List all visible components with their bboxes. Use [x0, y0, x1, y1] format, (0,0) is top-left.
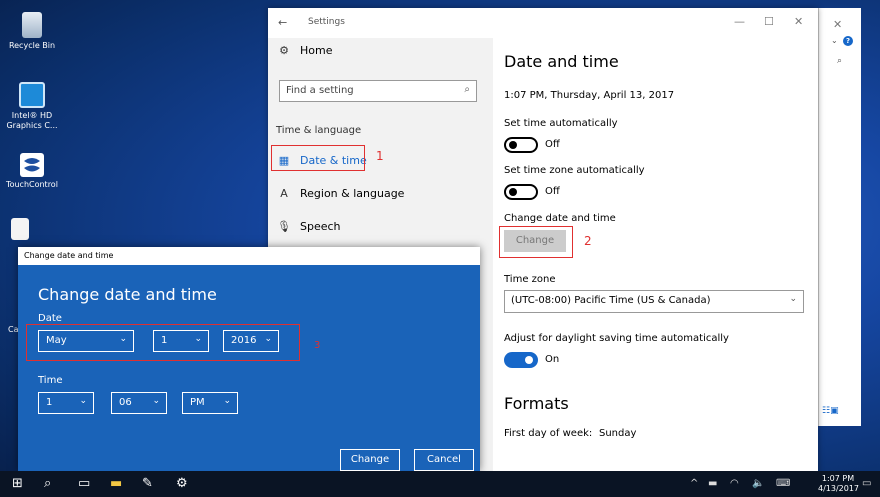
- set-time-auto-state: Off: [545, 139, 560, 150]
- time-zone-select[interactable]: (UTC-08:00) Pacific Time (US & Canada) ⌄: [504, 290, 804, 313]
- annotation-number-3: 3: [314, 340, 321, 351]
- recycle-bin-icon: [22, 12, 42, 38]
- minute-value: 06: [119, 397, 132, 408]
- desktop-icon-intel-graphics[interactable]: Intel® HD Graphics C...: [2, 82, 62, 131]
- search-icon[interactable]: ⌕: [44, 476, 51, 491]
- clock[interactable]: 1:07 PM 4/13/2017: [818, 474, 860, 494]
- desktop-icon-label: Recycle Bin: [8, 41, 56, 50]
- keyboard-icon[interactable]: ⌨: [776, 478, 790, 489]
- paint-icon[interactable]: ✎: [142, 476, 153, 491]
- settings-content: Date and time 1:07 PM, Thursday, April 1…: [493, 38, 818, 486]
- nav-home-label: Home: [300, 43, 333, 57]
- chevron-up-icon[interactable]: ^: [690, 478, 698, 489]
- intel-graphics-icon: [19, 82, 45, 108]
- chevron-down-icon: ⌄: [152, 396, 160, 406]
- nav-section-heading: Time & language: [276, 118, 486, 142]
- battery-icon[interactable]: ▬: [708, 478, 717, 489]
- set-time-auto-toggle[interactable]: [504, 137, 538, 153]
- search-icon: ⌕: [464, 84, 470, 95]
- dialog-title-bar: Change date and time: [18, 247, 480, 265]
- dialog-cancel-button[interactable]: Cancel: [414, 449, 474, 471]
- desktop-icon-recycle-bin[interactable]: Recycle Bin: [2, 12, 62, 51]
- task-view-icon[interactable]: ▭: [78, 476, 90, 491]
- ampm-value: PM: [190, 397, 205, 408]
- set-tz-auto-state: Off: [545, 186, 560, 197]
- set-tz-auto-toggle[interactable]: [504, 184, 538, 200]
- chevron-down-icon: ⌄: [223, 396, 231, 406]
- section-label: Time & language: [276, 124, 362, 136]
- annotation-number-2: 2: [584, 234, 592, 248]
- nav-item-speech[interactable]: 🎙 Speech: [276, 214, 486, 238]
- desktop-icon-partial-label: Ca: [8, 325, 19, 334]
- settings-gear-icon[interactable]: ⚙: [176, 476, 188, 491]
- maximize-button[interactable]: ☐: [764, 15, 774, 28]
- clock-time: 1:07 PM: [821, 474, 855, 483]
- search-input[interactable]: Find a setting ⌕: [279, 80, 477, 102]
- notification-icon[interactable]: ▭: [862, 478, 871, 489]
- dialog-change-button[interactable]: Change: [340, 449, 400, 471]
- nav-item-label: Region & language: [300, 186, 405, 200]
- nav-home[interactable]: ⚙ Home: [276, 38, 486, 62]
- hour-value: 1: [46, 397, 53, 408]
- nav-item-label: Speech: [300, 219, 341, 233]
- change-date-time-dialog: Change date and time Change date and tim…: [18, 247, 480, 471]
- set-tz-auto-label: Set time zone automatically: [504, 165, 645, 176]
- dst-state: On: [545, 354, 560, 365]
- annotation-box-3: [26, 324, 300, 361]
- nav-item-region-language[interactable]: A Region & language: [276, 181, 486, 205]
- dialog-title: Change date and time: [38, 285, 217, 304]
- desktop-icon-touchcontrol[interactable]: TouchControl: [2, 153, 62, 190]
- language-icon: A: [280, 186, 288, 200]
- taskbar: ⊞ ⌕ ▭ ▬ ✎ ⚙ ^ ▬ ◠ 🔈 ⌨ 1:07 PM 4/13/2017 …: [0, 471, 880, 497]
- settings-title-bar: ← Settings — ☐ ✕: [268, 8, 818, 38]
- ampm-select[interactable]: PM ⌄: [182, 392, 238, 414]
- close-icon[interactable]: ✕: [833, 18, 842, 31]
- set-time-auto-label: Set time automatically: [504, 118, 618, 129]
- background-window: ✕ ⌄ ? ⌕ ☷▣: [818, 8, 861, 426]
- minimize-button[interactable]: —: [734, 15, 745, 28]
- first-day-label: First day of week:: [504, 428, 593, 439]
- chevron-down-icon: ⌄: [789, 294, 797, 304]
- chevron-down-icon[interactable]: ⌄: [831, 36, 838, 45]
- microphone-icon: 🎙: [277, 219, 291, 233]
- minute-select[interactable]: 06 ⌄: [111, 392, 167, 414]
- annotation-box-1: [271, 145, 365, 171]
- annotation-box-2: [499, 226, 573, 258]
- dst-label: Adjust for daylight saving time automati…: [504, 333, 729, 344]
- desktop-icon-label: Intel® HD Graphics C...: [6, 111, 58, 130]
- desktop-icon-partial[interactable]: [0, 218, 40, 243]
- back-button[interactable]: ←: [278, 16, 287, 29]
- time-zone-value: (UTC-08:00) Pacific Time (US & Canada): [511, 295, 711, 306]
- current-time: 1:07 PM, Thursday, April 13, 2017: [504, 90, 675, 101]
- first-day-value: Sunday: [599, 428, 637, 439]
- time-zone-label: Time zone: [504, 274, 556, 285]
- close-button[interactable]: ✕: [794, 15, 803, 28]
- desktop-icon-label: TouchControl: [6, 180, 58, 189]
- hour-select[interactable]: 1 ⌄: [38, 392, 94, 414]
- file-explorer-icon[interactable]: ▬: [110, 476, 122, 491]
- volume-icon[interactable]: 🔈: [752, 478, 764, 489]
- window-title: Settings: [308, 17, 345, 27]
- view-icon[interactable]: ☷▣: [822, 406, 839, 416]
- dst-toggle[interactable]: [504, 352, 538, 368]
- clock-date: 4/13/2017: [818, 484, 860, 493]
- page-title: Date and time: [504, 52, 619, 71]
- help-icon[interactable]: ?: [843, 36, 853, 46]
- annotation-number-1: 1: [376, 149, 384, 163]
- touchcontrol-icon: [20, 153, 44, 177]
- chevron-down-icon: ⌄: [79, 396, 87, 406]
- dialog-window-title: Change date and time: [24, 251, 114, 260]
- formats-title: Formats: [504, 394, 569, 413]
- search-icon[interactable]: ⌕: [837, 56, 842, 66]
- network-icon[interactable]: ◠: [730, 478, 739, 489]
- change-date-time-label: Change date and time: [504, 213, 616, 224]
- time-label: Time: [38, 375, 63, 386]
- gear-icon: ⚙: [279, 43, 289, 57]
- document-icon: [11, 218, 29, 240]
- search-placeholder: Find a setting: [286, 85, 354, 96]
- desktop: Recycle Bin Intel® HD Graphics C... Touc…: [0, 0, 880, 497]
- start-button[interactable]: ⊞: [12, 476, 23, 491]
- date-label: Date: [38, 313, 62, 324]
